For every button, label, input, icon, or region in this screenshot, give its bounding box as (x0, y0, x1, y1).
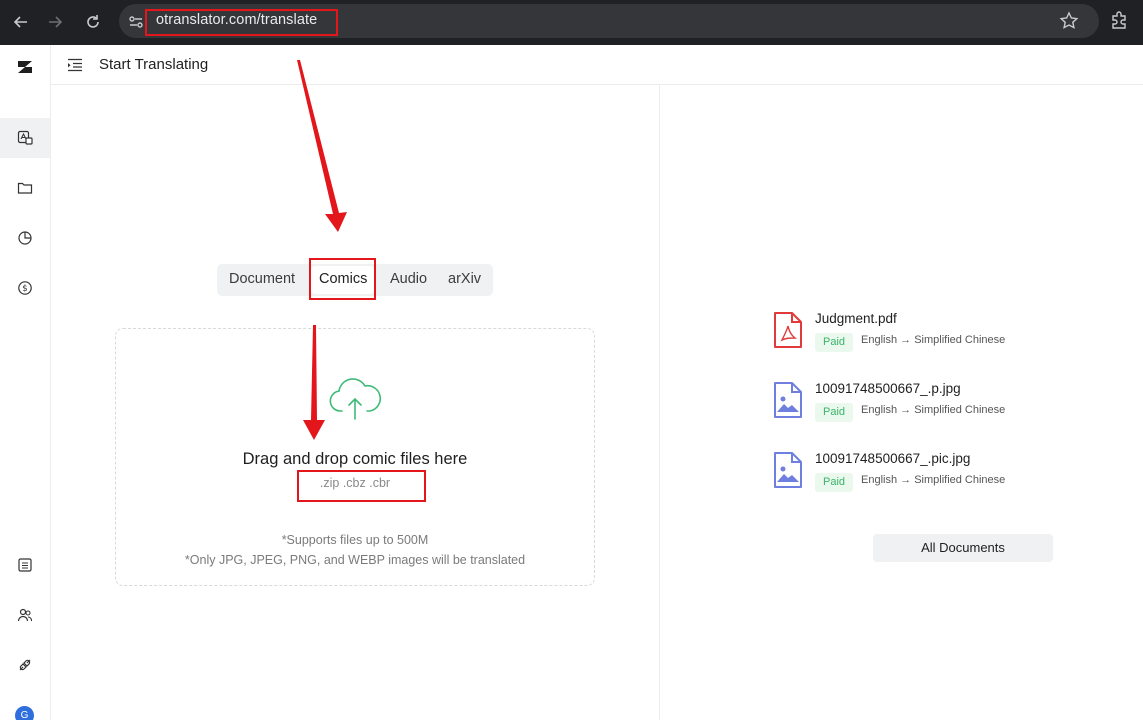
annotation-arrow-to-comics (297, 60, 347, 232)
document-item[interactable]: 10091748500667_.p.jpg Paid English → Sim… (772, 381, 1072, 425)
tab-arxiv[interactable]: arXiv (448, 271, 481, 287)
logo-icon[interactable] (0, 47, 50, 87)
document-languages: English → Simplified Chinese (861, 334, 1006, 346)
back-icon[interactable] (9, 10, 33, 34)
tab-document[interactable]: Document (229, 271, 295, 287)
sidebar: $ G (0, 45, 51, 720)
page-header: Start Translating (51, 45, 1143, 85)
bookmark-star-icon[interactable] (1058, 10, 1080, 32)
image-file-icon (772, 451, 804, 489)
folder-icon[interactable] (0, 168, 50, 208)
document-name[interactable]: 10091748500667_.pic.jpg (815, 451, 970, 466)
status-badge: Paid (815, 333, 854, 352)
list-icon[interactable] (0, 545, 50, 585)
site-info-icon[interactable] (126, 12, 146, 32)
all-documents-button[interactable]: All Documents (873, 534, 1053, 562)
extensions-icon[interactable] (1108, 10, 1130, 32)
size-limit-note: *Supports files up to 500M (281, 533, 429, 547)
formats-note: *Only JPG, JPEG, PNG, and WEBP images wi… (184, 553, 526, 567)
document-item[interactable]: 10091748500667_.pic.jpg Paid English → S… (772, 451, 1072, 495)
dropzone-title: Drag and drop comic files here (242, 450, 468, 468)
document-item[interactable]: Judgment.pdf Paid English → Simplified C… (772, 311, 1072, 355)
document-name[interactable]: Judgment.pdf (815, 311, 897, 326)
document-languages: English → Simplified Chinese (861, 404, 1006, 416)
url-highlight-box (145, 9, 338, 36)
cloud-upload-icon (327, 375, 383, 421)
chart-icon[interactable] (0, 218, 50, 258)
browser-toolbar: otranslator.com/translate (0, 0, 1143, 45)
document-name[interactable]: 10091748500667_.p.jpg (815, 381, 961, 396)
reload-icon[interactable] (81, 10, 105, 34)
page-title: Start Translating (99, 56, 209, 73)
tab-audio[interactable]: Audio (390, 271, 427, 287)
avatar[interactable]: G (15, 706, 34, 720)
pane-divider (659, 85, 660, 720)
billing-icon[interactable]: $ (0, 268, 50, 308)
forward-icon[interactable] (43, 10, 67, 34)
status-badge: Paid (815, 473, 854, 492)
image-file-icon (772, 381, 804, 419)
document-languages: English → Simplified Chinese (861, 474, 1006, 486)
comics-tab-highlight-box (309, 258, 376, 300)
extensions-highlight-box (297, 470, 426, 502)
api-icon[interactable] (0, 645, 50, 685)
svg-text:$: $ (22, 284, 27, 294)
translate-icon[interactable] (0, 118, 50, 158)
users-icon[interactable] (0, 595, 50, 635)
menu-toggle-icon[interactable] (66, 56, 84, 74)
status-badge: Paid (815, 403, 854, 422)
pdf-file-icon (772, 311, 804, 349)
